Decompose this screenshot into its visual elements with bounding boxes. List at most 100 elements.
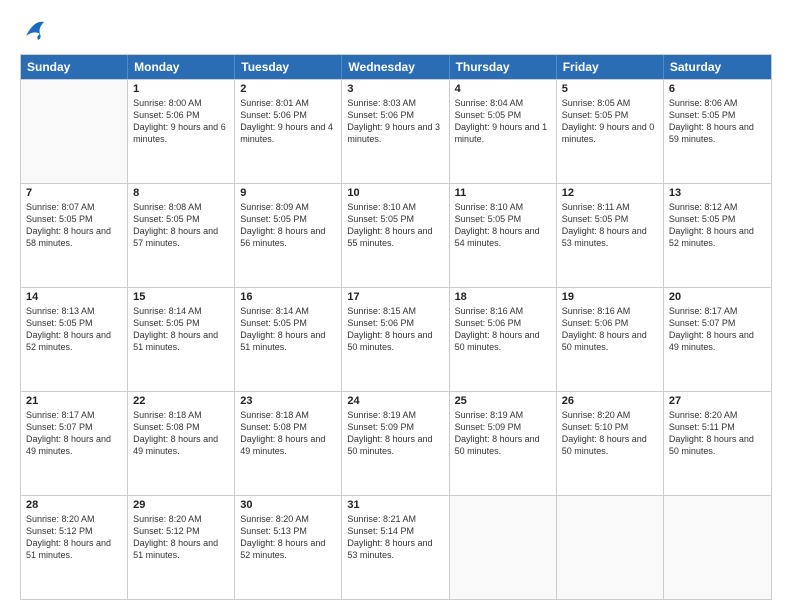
day-cell-25: 25Sunrise: 8:19 AM Sunset: 5:09 PM Dayli… bbox=[450, 392, 557, 495]
cell-sun-info: Sunrise: 8:00 AM Sunset: 5:06 PM Dayligh… bbox=[133, 97, 229, 146]
day-number: 30 bbox=[240, 499, 336, 511]
cell-sun-info: Sunrise: 8:10 AM Sunset: 5:05 PM Dayligh… bbox=[455, 201, 551, 250]
header-day-friday: Friday bbox=[557, 55, 664, 79]
cell-sun-info: Sunrise: 8:17 AM Sunset: 5:07 PM Dayligh… bbox=[26, 409, 122, 458]
week-row-5: 28 Sunrise: 8:20 AM Sunset: 5:12 PM Dayli… bbox=[21, 495, 771, 599]
day-cell-31: 31 Sunrise: 8:21 AM Sunset: 5:14 PM Dayli… bbox=[342, 496, 449, 599]
day-number: 14 bbox=[26, 291, 122, 303]
day-number: 20 bbox=[669, 291, 766, 303]
day-number: 4 bbox=[455, 83, 551, 95]
day-cell-30: 30 Sunrise: 8:20 AM Sunset: 5:13 PM Dayli… bbox=[235, 496, 342, 599]
header bbox=[20, 16, 772, 44]
header-day-saturday: Saturday bbox=[664, 55, 771, 79]
empty-cell bbox=[21, 80, 128, 183]
day-number: 19 bbox=[562, 291, 658, 303]
cell-sun-info: Sunrise: 8:08 AM Sunset: 5:05 PM Dayligh… bbox=[133, 201, 229, 250]
day-number: 10 bbox=[347, 187, 443, 199]
cell-sun-info: Sunrise: 8:14 AM Sunset: 5:05 PM Dayligh… bbox=[133, 305, 229, 354]
day-number: 6 bbox=[669, 83, 766, 95]
day-cell-26: 26 Sunrise: 8:20 AM Sunset: 5:10 PM Dayli… bbox=[557, 392, 664, 495]
day-cell-24: 24Sunrise: 8:19 AM Sunset: 5:09 PM Dayli… bbox=[342, 392, 449, 495]
day-cell-6: 6 Sunrise: 8:06 AM Sunset: 5:05 PM Daylig… bbox=[664, 80, 771, 183]
day-cell-23: 23 Sunrise: 8:18 AM Sunset: 5:08 PM Dayli… bbox=[235, 392, 342, 495]
day-number: 11 bbox=[455, 187, 551, 199]
day-cell-1: 1Sunrise: 8:00 AM Sunset: 5:06 PM Daylig… bbox=[128, 80, 235, 183]
day-number: 7 bbox=[26, 187, 122, 199]
day-cell-16: 16Sunrise: 8:14 AM Sunset: 5:05 PM Dayli… bbox=[235, 288, 342, 391]
day-number: 24 bbox=[347, 395, 443, 407]
day-cell-4: 4 Sunrise: 8:04 AM Sunset: 5:05 PM Daylig… bbox=[450, 80, 557, 183]
day-number: 31 bbox=[347, 499, 443, 511]
day-number: 9 bbox=[240, 187, 336, 199]
day-cell-18: 18 Sunrise: 8:16 AM Sunset: 5:06 PM Dayli… bbox=[450, 288, 557, 391]
logo bbox=[20, 16, 46, 44]
day-cell-27: 27 Sunrise: 8:20 AM Sunset: 5:11 PM Dayli… bbox=[664, 392, 771, 495]
header-day-tuesday: Tuesday bbox=[235, 55, 342, 79]
day-cell-19: 19 Sunrise: 8:16 AM Sunset: 5:06 PM Dayli… bbox=[557, 288, 664, 391]
day-number: 28 bbox=[26, 499, 122, 511]
day-number: 3 bbox=[347, 83, 443, 95]
day-number: 15 bbox=[133, 291, 229, 303]
cell-sun-info: Sunrise: 8:18 AM Sunset: 5:08 PM Dayligh… bbox=[240, 409, 336, 458]
cell-sun-info: Sunrise: 8:20 AM Sunset: 5:10 PM Dayligh… bbox=[562, 409, 658, 458]
day-cell-22: 22 Sunrise: 8:18 AM Sunset: 5:08 PM Dayli… bbox=[128, 392, 235, 495]
calendar-body: 1Sunrise: 8:00 AM Sunset: 5:06 PM Daylig… bbox=[21, 79, 771, 599]
day-number: 8 bbox=[133, 187, 229, 199]
day-cell-10: 10 Sunrise: 8:10 AM Sunset: 5:05 PM Dayli… bbox=[342, 184, 449, 287]
day-cell-17: 17Sunrise: 8:15 AM Sunset: 5:06 PM Dayli… bbox=[342, 288, 449, 391]
day-number: 27 bbox=[669, 395, 766, 407]
cell-sun-info: Sunrise: 8:09 AM Sunset: 5:05 PM Dayligh… bbox=[240, 201, 336, 250]
day-cell-9: 9 Sunrise: 8:09 AM Sunset: 5:05 PM Daylig… bbox=[235, 184, 342, 287]
day-cell-7: 7 Sunrise: 8:07 AM Sunset: 5:05 PM Daylig… bbox=[21, 184, 128, 287]
day-cell-21: 21Sunrise: 8:17 AM Sunset: 5:07 PM Dayli… bbox=[21, 392, 128, 495]
week-row-2: 7 Sunrise: 8:07 AM Sunset: 5:05 PM Daylig… bbox=[21, 183, 771, 287]
day-cell-3: 3 Sunrise: 8:03 AM Sunset: 5:06 PM Daylig… bbox=[342, 80, 449, 183]
cell-sun-info: Sunrise: 8:17 AM Sunset: 5:07 PM Dayligh… bbox=[669, 305, 766, 354]
cell-sun-info: Sunrise: 8:20 AM Sunset: 5:12 PM Dayligh… bbox=[133, 513, 229, 562]
day-number: 23 bbox=[240, 395, 336, 407]
week-row-1: 1Sunrise: 8:00 AM Sunset: 5:06 PM Daylig… bbox=[21, 79, 771, 183]
cell-sun-info: Sunrise: 8:21 AM Sunset: 5:14 PM Dayligh… bbox=[347, 513, 443, 562]
cell-sun-info: Sunrise: 8:11 AM Sunset: 5:05 PM Dayligh… bbox=[562, 201, 658, 250]
empty-cell bbox=[450, 496, 557, 599]
week-row-4: 21Sunrise: 8:17 AM Sunset: 5:07 PM Dayli… bbox=[21, 391, 771, 495]
cell-sun-info: Sunrise: 8:16 AM Sunset: 5:06 PM Dayligh… bbox=[562, 305, 658, 354]
day-cell-8: 8 Sunrise: 8:08 AM Sunset: 5:05 PM Daylig… bbox=[128, 184, 235, 287]
cell-sun-info: Sunrise: 8:06 AM Sunset: 5:05 PM Dayligh… bbox=[669, 97, 766, 146]
logo-bird-icon bbox=[22, 16, 46, 44]
header-day-sunday: Sunday bbox=[21, 55, 128, 79]
cell-sun-info: Sunrise: 8:03 AM Sunset: 5:06 PM Dayligh… bbox=[347, 97, 443, 146]
day-cell-13: 13 Sunrise: 8:12 AM Sunset: 5:05 PM Dayli… bbox=[664, 184, 771, 287]
calendar-header: SundayMondayTuesdayWednesdayThursdayFrid… bbox=[21, 55, 771, 79]
day-number: 25 bbox=[455, 395, 551, 407]
cell-sun-info: Sunrise: 8:20 AM Sunset: 5:11 PM Dayligh… bbox=[669, 409, 766, 458]
day-cell-28: 28 Sunrise: 8:20 AM Sunset: 5:12 PM Dayli… bbox=[21, 496, 128, 599]
day-number: 22 bbox=[133, 395, 229, 407]
day-number: 17 bbox=[347, 291, 443, 303]
day-number: 13 bbox=[669, 187, 766, 199]
cell-sun-info: Sunrise: 8:13 AM Sunset: 5:05 PM Dayligh… bbox=[26, 305, 122, 354]
cell-sun-info: Sunrise: 8:05 AM Sunset: 5:05 PM Dayligh… bbox=[562, 97, 658, 146]
cell-sun-info: Sunrise: 8:16 AM Sunset: 5:06 PM Dayligh… bbox=[455, 305, 551, 354]
cell-sun-info: Sunrise: 8:10 AM Sunset: 5:05 PM Dayligh… bbox=[347, 201, 443, 250]
day-cell-14: 14 Sunrise: 8:13 AM Sunset: 5:05 PM Dayli… bbox=[21, 288, 128, 391]
cell-sun-info: Sunrise: 8:18 AM Sunset: 5:08 PM Dayligh… bbox=[133, 409, 229, 458]
day-number: 16 bbox=[240, 291, 336, 303]
cell-sun-info: Sunrise: 8:01 AM Sunset: 5:06 PM Dayligh… bbox=[240, 97, 336, 146]
day-number: 2 bbox=[240, 83, 336, 95]
cell-sun-info: Sunrise: 8:20 AM Sunset: 5:13 PM Dayligh… bbox=[240, 513, 336, 562]
cell-sun-info: Sunrise: 8:20 AM Sunset: 5:12 PM Dayligh… bbox=[26, 513, 122, 562]
day-cell-11: 11 Sunrise: 8:10 AM Sunset: 5:05 PM Dayli… bbox=[450, 184, 557, 287]
cell-sun-info: Sunrise: 8:12 AM Sunset: 5:05 PM Dayligh… bbox=[669, 201, 766, 250]
day-cell-5: 5Sunrise: 8:05 AM Sunset: 5:05 PM Daylig… bbox=[557, 80, 664, 183]
cell-sun-info: Sunrise: 8:07 AM Sunset: 5:05 PM Dayligh… bbox=[26, 201, 122, 250]
day-cell-12: 12 Sunrise: 8:11 AM Sunset: 5:05 PM Dayli… bbox=[557, 184, 664, 287]
day-cell-2: 2 Sunrise: 8:01 AM Sunset: 5:06 PM Daylig… bbox=[235, 80, 342, 183]
week-row-3: 14 Sunrise: 8:13 AM Sunset: 5:05 PM Dayli… bbox=[21, 287, 771, 391]
cell-sun-info: Sunrise: 8:04 AM Sunset: 5:05 PM Dayligh… bbox=[455, 97, 551, 146]
empty-cell bbox=[557, 496, 664, 599]
day-number: 29 bbox=[133, 499, 229, 511]
day-number: 12 bbox=[562, 187, 658, 199]
day-number: 26 bbox=[562, 395, 658, 407]
day-number: 18 bbox=[455, 291, 551, 303]
